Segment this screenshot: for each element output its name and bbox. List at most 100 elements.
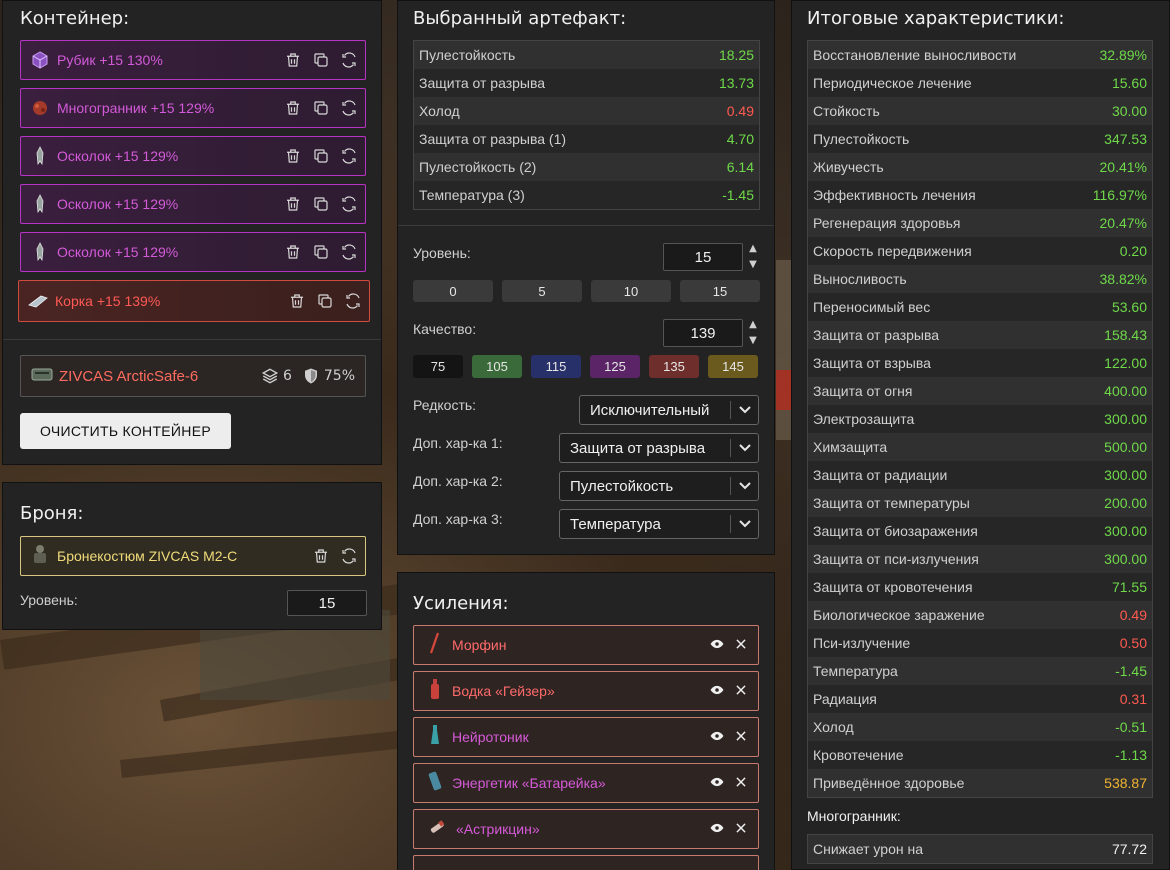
quality-preset-button[interactable]: 115 xyxy=(531,355,581,378)
stat-value: 38.82% xyxy=(1099,271,1147,287)
level-input[interactable]: 15 xyxy=(663,243,743,271)
stat-row: Защита от температуры 200.00 xyxy=(808,489,1152,517)
refresh-icon[interactable] xyxy=(343,291,363,311)
refresh-icon[interactable] xyxy=(339,98,359,118)
trash-icon[interactable] xyxy=(283,98,303,118)
level-stepper[interactable]: ▲ ▼ xyxy=(746,244,760,270)
stat-row: Защита от разрыва 13.73 xyxy=(414,69,759,97)
refresh-icon[interactable] xyxy=(339,194,359,214)
chevron-down-icon[interactable]: ▼ xyxy=(749,260,757,270)
extra2-select[interactable]: Пулестойкость xyxy=(559,471,759,501)
quality-stepper[interactable]: ▲ ▼ xyxy=(746,320,760,346)
chevron-up-icon[interactable]: ▲ xyxy=(749,244,757,254)
stat-row: Защита от кровотечения 71.55 xyxy=(808,573,1152,601)
divider xyxy=(3,339,381,340)
stat-row: Электрозащита 300.00 xyxy=(808,405,1152,433)
trash-icon[interactable] xyxy=(283,50,303,70)
copy-icon[interactable] xyxy=(311,242,331,262)
trash-icon[interactable] xyxy=(287,291,307,311)
extra3-select[interactable]: Температура xyxy=(559,509,759,539)
stat-value: 6.14 xyxy=(726,159,754,175)
close-icon[interactable] xyxy=(734,636,748,655)
stat-row: Кровотечение -1.13 xyxy=(808,741,1152,769)
close-icon[interactable] xyxy=(734,774,748,793)
copy-icon[interactable] xyxy=(311,98,331,118)
level-preset-button[interactable]: 5 xyxy=(502,280,582,302)
boost-actions xyxy=(710,682,748,701)
chevron-down-icon[interactable]: ▼ xyxy=(749,336,757,346)
quality-preset-button[interactable]: 75 xyxy=(413,355,463,378)
level-preset-button[interactable]: 10 xyxy=(591,280,671,302)
level-preset-button[interactable]: 0 xyxy=(413,280,493,302)
copy-icon[interactable] xyxy=(311,146,331,166)
artifact-row[interactable]: Корка +15 139% xyxy=(18,280,370,322)
quality-preset-button[interactable]: 135 xyxy=(649,355,699,378)
boost-row-partial[interactable] xyxy=(413,855,759,870)
close-icon[interactable] xyxy=(734,682,748,701)
trash-icon[interactable] xyxy=(283,146,303,166)
refresh-icon[interactable] xyxy=(339,50,359,70)
close-icon[interactable] xyxy=(734,728,748,747)
artifact-row[interactable]: Осколок +15 129% xyxy=(20,136,366,176)
eye-icon[interactable] xyxy=(710,682,724,701)
extra1-select[interactable]: Защита от разрыва xyxy=(559,433,759,463)
case-slots: 6 xyxy=(261,367,292,385)
stat-label: Пулестойкость (2) xyxy=(419,159,537,175)
quality-input[interactable]: 139 xyxy=(663,319,743,347)
injector-icon xyxy=(428,817,446,841)
stat-row: Защита от разрыва (1) 4.70 xyxy=(414,125,759,153)
polyhedron-section-title: Многогранник: xyxy=(807,808,901,824)
armor-level-input[interactable]: 15 xyxy=(287,590,367,616)
artifact-row[interactable]: Многогранник +15 129% xyxy=(20,88,366,128)
trash-icon[interactable] xyxy=(311,546,331,566)
stat-label: Защита от кровотечения xyxy=(813,579,973,595)
eye-icon[interactable] xyxy=(710,774,724,793)
boost-row[interactable]: «Астрикцин» xyxy=(413,809,759,849)
trash-icon[interactable] xyxy=(283,242,303,262)
close-icon[interactable] xyxy=(734,820,748,839)
refresh-icon[interactable] xyxy=(339,146,359,166)
stat-value: 158.43 xyxy=(1104,327,1147,343)
artifact-row[interactable]: Осколок +15 129% xyxy=(20,232,366,272)
totals-title: Итоговые характеристики: xyxy=(807,8,1065,29)
boost-row[interactable]: Энергетик «Батарейка» xyxy=(413,763,759,803)
refresh-icon[interactable] xyxy=(339,242,359,262)
artifact-row[interactable]: Осколок +15 129% xyxy=(20,184,366,224)
eye-icon[interactable] xyxy=(710,820,724,839)
extra2-value: Пулестойкость xyxy=(570,477,674,495)
clear-container-button[interactable]: ОЧИСТИТЬ КОНТЕЙНЕР xyxy=(20,413,231,449)
case-protection: 75% xyxy=(302,367,355,385)
copy-icon[interactable] xyxy=(311,194,331,214)
stat-label: Защита от разрыва xyxy=(813,327,940,343)
stat-row: Температура (3) -1.45 xyxy=(414,181,759,209)
stat-label: Переносимый вес xyxy=(813,299,931,315)
level-preset-button[interactable]: 15 xyxy=(680,280,760,302)
stat-label: Защита от разрыва (1) xyxy=(419,131,567,147)
shield-icon xyxy=(304,368,317,384)
stat-label: Пулестойкость xyxy=(813,131,910,147)
stat-row: Снижает урон на 77.72 xyxy=(808,835,1152,863)
rarity-select[interactable]: Исключительный xyxy=(579,395,759,425)
quality-preset-button[interactable]: 145 xyxy=(708,355,758,378)
quality-preset-button[interactable]: 105 xyxy=(472,355,522,378)
container-case-row[interactable]: ZIVCAS ArcticSafe-6 6 75% xyxy=(20,355,366,397)
boost-row[interactable]: Водка «Гейзер» xyxy=(413,671,759,711)
stat-label: Регенерация здоровья xyxy=(813,215,961,231)
boost-row[interactable]: Нейротоник xyxy=(413,717,759,757)
stat-value: -0.51 xyxy=(1115,719,1147,735)
selected-artifact-stats: Пулестойкость 18.25 Защита от разрыва 13.73… xyxy=(413,40,760,210)
boost-row[interactable]: Морфин xyxy=(413,625,759,665)
artifact-row[interactable]: Рубик +15 130% xyxy=(20,40,366,80)
trash-icon[interactable] xyxy=(283,194,303,214)
boosts-title: Усиления: xyxy=(413,593,509,614)
eye-icon[interactable] xyxy=(710,728,724,747)
copy-icon[interactable] xyxy=(315,291,335,311)
polyhedron-stats: Снижает урон на 77.72 xyxy=(807,834,1153,864)
copy-icon[interactable] xyxy=(311,50,331,70)
quality-preset-button[interactable]: 125 xyxy=(590,355,640,378)
eye-icon[interactable] xyxy=(710,636,724,655)
refresh-icon[interactable] xyxy=(339,546,359,566)
rarity-label: Редкость: xyxy=(413,397,477,413)
chevron-up-icon[interactable]: ▲ xyxy=(749,320,757,330)
armor-row[interactable]: Бронекостюм ZIVCAS M2-C xyxy=(20,536,366,576)
